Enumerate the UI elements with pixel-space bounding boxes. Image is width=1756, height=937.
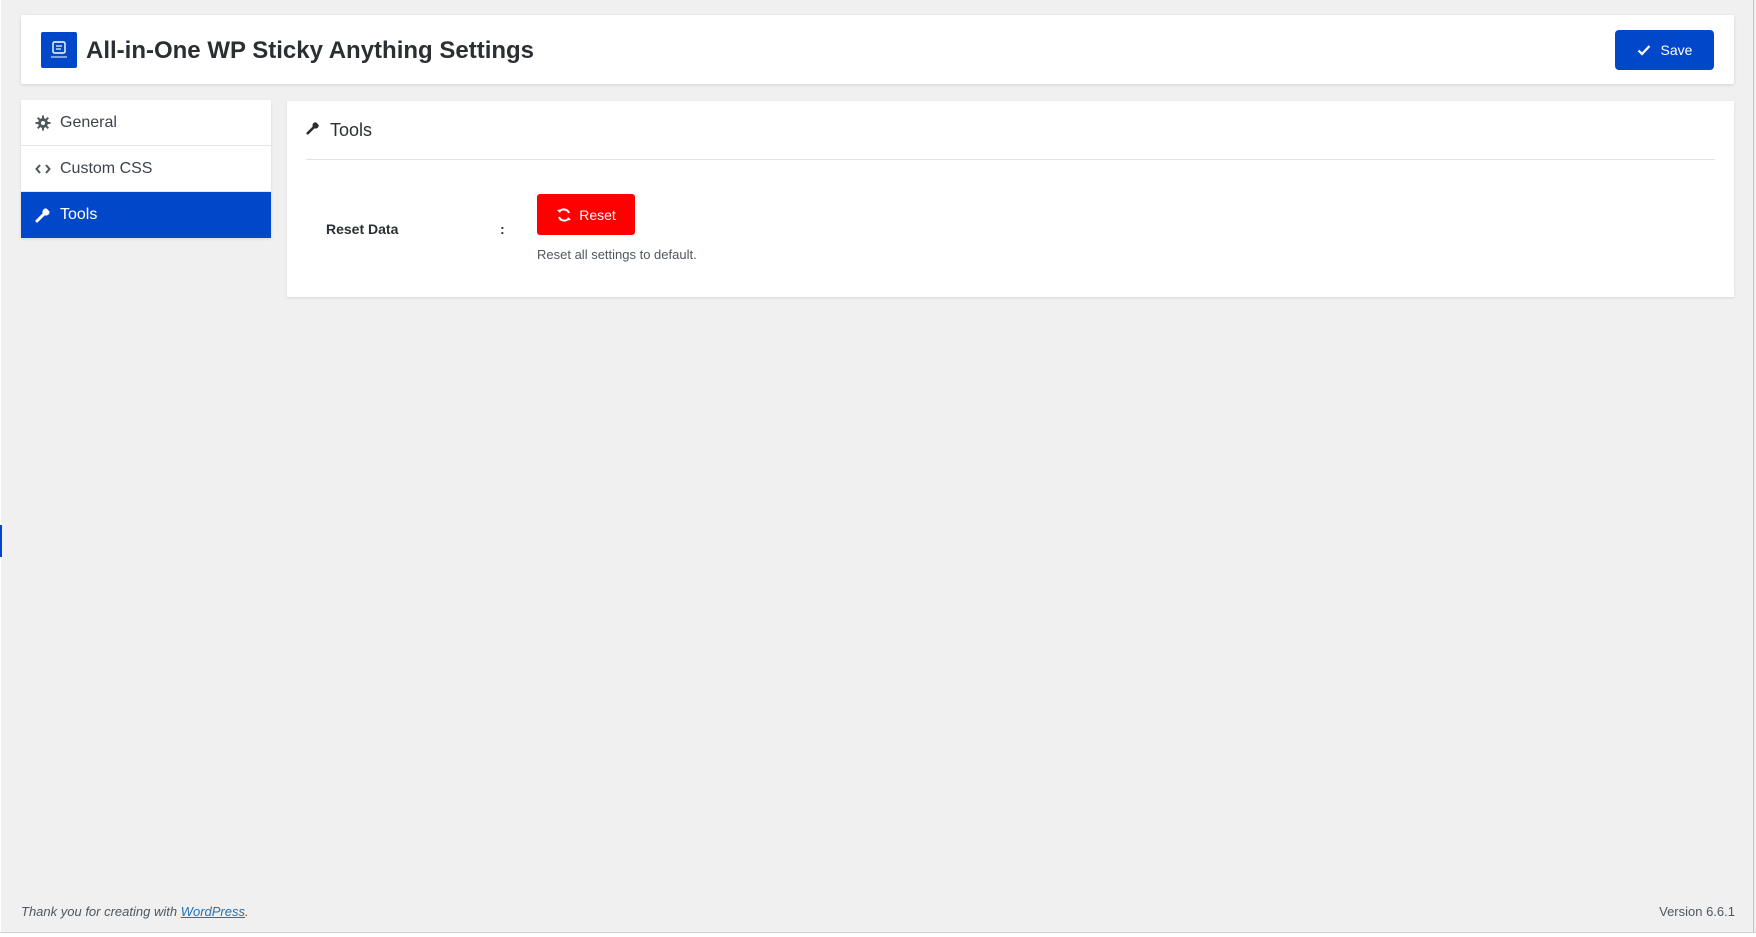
window-right-edge (1753, 0, 1754, 937)
field-separator: : (500, 221, 505, 237)
footer-version: Version 6.6.1 (1659, 904, 1735, 919)
settings-sidebar: General Custom CSS Tools (21, 100, 271, 238)
viewport: All-in-One WP Sticky Anything Settings S… (0, 0, 1756, 937)
window-bottom-edge (0, 932, 1756, 937)
checkmark-icon (1637, 45, 1650, 56)
save-button[interactable]: Save (1615, 30, 1714, 70)
sidebar-item-label: Tools (60, 206, 98, 223)
sidebar-item-label: Custom CSS (60, 159, 153, 177)
save-button-label: Save (1660, 42, 1693, 58)
page-title: All-in-One WP Sticky Anything Settings (86, 37, 535, 64)
panel-header: Tools (306, 101, 1715, 160)
reset-data-label: Reset Data (326, 221, 399, 237)
admin-menu-edge (0, 525, 2, 557)
sidebar-item-general[interactable]: General (21, 100, 271, 146)
footer-thanks: Thank you for creating with WordPress. (21, 904, 249, 919)
wrench-icon (34, 207, 52, 223)
reset-button[interactable]: Reset (537, 194, 635, 235)
wordpress-link[interactable]: WordPress (181, 904, 245, 919)
panel-title: Tools (330, 119, 373, 140)
settings-header: All-in-One WP Sticky Anything Settings S… (21, 15, 1734, 84)
refresh-icon (557, 207, 572, 222)
tools-panel: Tools Reset Data : Reset Reset all setti… (287, 101, 1734, 297)
sidebar-item-label: General (60, 113, 117, 131)
code-icon (34, 163, 52, 175)
reset-button-label: Reset (579, 206, 616, 223)
footer-thanks-suffix: . (245, 904, 249, 919)
wrench-icon (306, 121, 320, 140)
sticky-anything-logo-icon (41, 32, 77, 68)
sidebar-item-custom-css[interactable]: Custom CSS (21, 146, 271, 192)
reset-help-text: Reset all settings to default. (537, 247, 697, 262)
gear-icon (34, 115, 52, 131)
admin-canvas: All-in-One WP Sticky Anything Settings S… (1, 0, 1756, 932)
footer-thanks-text: Thank you for creating with (21, 904, 181, 919)
sidebar-item-tools[interactable]: Tools (21, 192, 271, 238)
